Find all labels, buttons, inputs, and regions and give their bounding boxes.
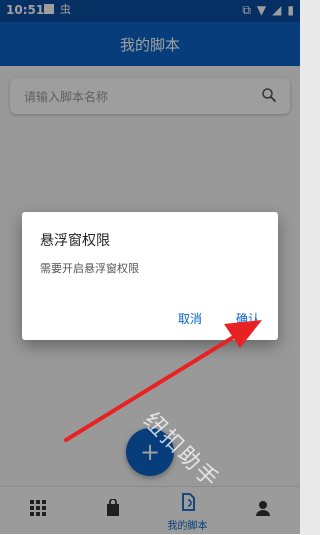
confirm-button[interactable]: 确认: [236, 310, 260, 327]
permission-dialog: 悬浮窗权限 需要开启悬浮窗权限 取消 确认: [22, 212, 278, 340]
dialog-message: 需要开启悬浮窗权限: [40, 262, 139, 275]
cancel-button[interactable]: 取消: [178, 310, 202, 327]
dialog-title: 悬浮窗权限: [40, 233, 110, 249]
dialog-actions: 取消 确认: [178, 310, 260, 327]
